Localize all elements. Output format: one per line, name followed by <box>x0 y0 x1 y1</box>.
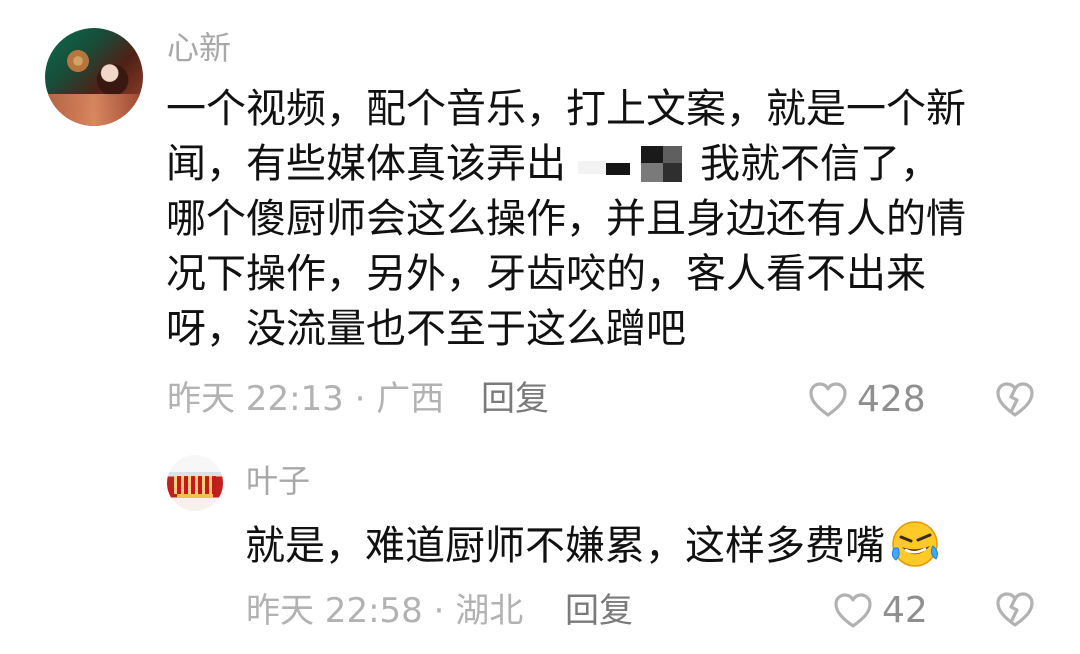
comment-line-2-start: 闻，有些媒体真该弄出 <box>166 141 566 187</box>
comment-line-4: 况下操作，另外，牙齿咬的，客人看不出来 <box>166 251 926 297</box>
reply-text-content: 就是，难道厨师不嫌累，这样多费嘴 <box>245 523 885 569</box>
mosaic-pixel <box>663 146 682 163</box>
comment-thread: 心新 一个视频，配个音乐，打上文案，就是一个新 闻，有些媒体真该弄出 我就不信了… <box>0 0 1080 654</box>
like-count: 428 <box>857 379 926 420</box>
reply-to-reply-button[interactable]: 回复 <box>565 594 633 628</box>
reply-like-button[interactable]: 42 <box>832 589 928 633</box>
commenter-avatar[interactable] <box>45 28 143 126</box>
comment-line-1: 一个视频，配个音乐，打上文案，就是一个新 <box>166 86 966 132</box>
comment-line-5: 呀，没流量也不至于这么蹭吧 <box>166 306 686 352</box>
like-button[interactable]: 428 <box>807 378 926 422</box>
comment-line-2: 闻，有些媒体真该弄出 我就不信了， <box>166 137 1016 192</box>
comment-line-3: 哪个傻厨师会这么操作，并且身边还有人的情 <box>166 196 966 242</box>
reply-like-count: 42 <box>882 590 928 631</box>
mosaic-pixel <box>663 163 682 182</box>
reply-text: 就是，难道厨师不嫌累，这样多费嘴 <box>245 517 965 574</box>
reply-meta: 昨天 22:58 · 湖北 <box>246 591 524 631</box>
replier-avatar[interactable] <box>167 455 223 511</box>
mosaic-censor-block <box>570 142 692 182</box>
heart-outline-icon <box>834 593 872 628</box>
laughing-crying-emoji <box>891 521 938 567</box>
mosaic-pixel <box>641 163 663 182</box>
mosaic-pixel <box>578 161 606 174</box>
mosaic-pixel <box>641 146 663 163</box>
reply-button[interactable]: 回复 <box>481 382 549 416</box>
replier-name[interactable]: 叶子 <box>246 465 310 497</box>
dislike-button[interactable] <box>994 380 1036 420</box>
commenter-name[interactable]: 心新 <box>167 32 231 64</box>
comment-line-2-end: 我就不信了， <box>700 141 940 187</box>
broken-heart-icon <box>996 382 1034 417</box>
comment-meta: 昨天 22:13 · 广西 <box>167 379 445 419</box>
mosaic-pixel <box>606 163 630 175</box>
reply-dislike-button[interactable] <box>994 590 1036 630</box>
comment-text: 一个视频，配个音乐，打上文案，就是一个新 闻，有些媒体真该弄出 我就不信了， 哪… <box>166 82 1016 357</box>
heart-outline-icon <box>809 382 847 417</box>
broken-heart-icon <box>996 592 1034 627</box>
